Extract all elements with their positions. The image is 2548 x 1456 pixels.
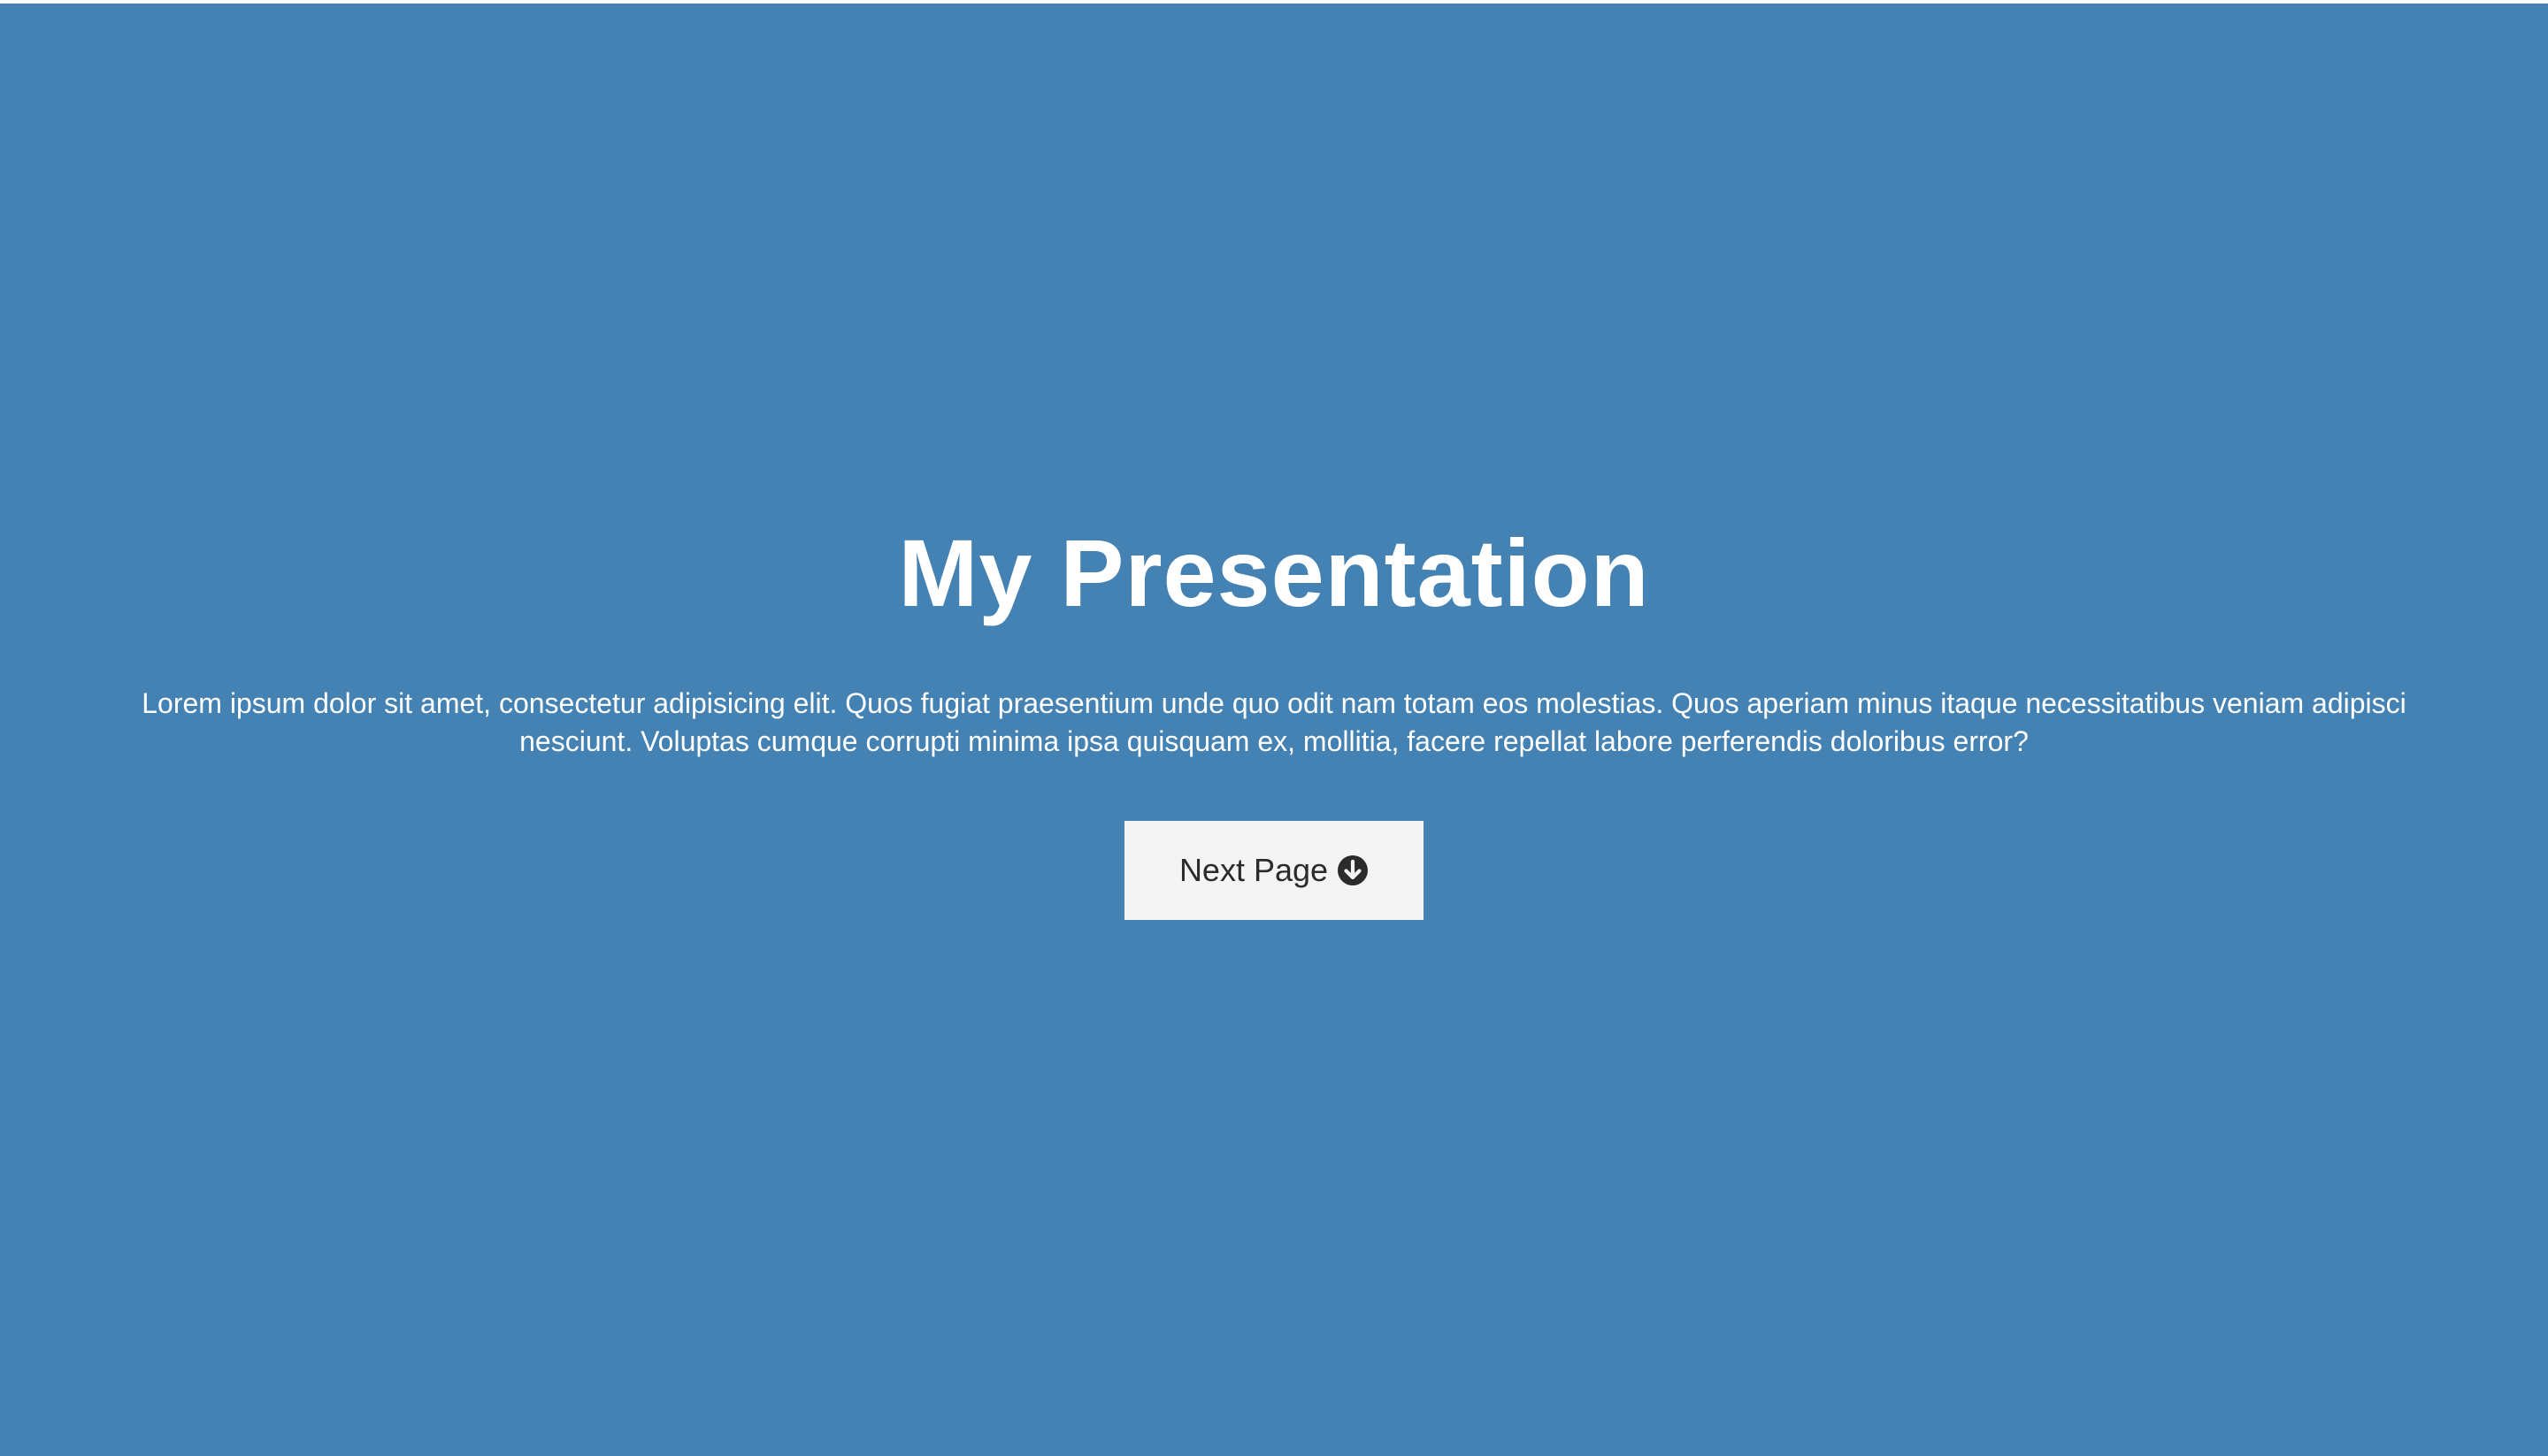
next-page-button[interactable]: Next Page	[1124, 821, 1424, 921]
presentation-slide: My Presentation Lorem ipsum dolor sit am…	[0, 4, 2548, 1456]
slide-title: My Presentation	[898, 518, 1650, 626]
slide-body-text: Lorem ipsum dolor sit amet, consectetur …	[142, 687, 2406, 758]
arrow-circle-down-icon	[1337, 854, 1369, 886]
next-page-button-label: Next Page	[1178, 852, 1329, 889]
